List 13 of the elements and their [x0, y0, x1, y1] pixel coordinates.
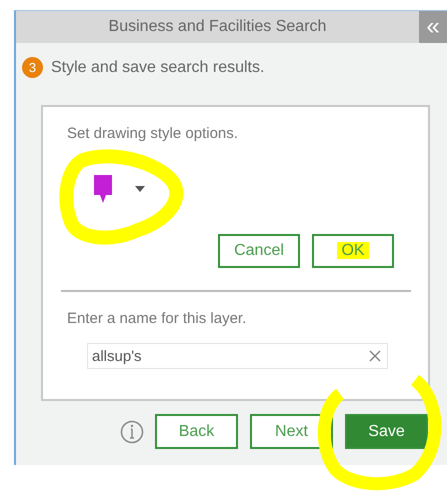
layer-name-field[interactable]: allsup's [87, 343, 388, 369]
info-icon[interactable] [120, 420, 144, 444]
back-button[interactable]: Back [155, 414, 238, 449]
save-button[interactable]: Save [345, 414, 428, 449]
name-label: Enter a name for this layer. [67, 310, 248, 327]
step-number: 3 [22, 57, 43, 78]
clear-icon[interactable] [369, 350, 381, 362]
style-label: Set drawing style options. [67, 125, 239, 142]
collapse-button[interactable]: « [419, 11, 447, 43]
step-text: Style and save search results. [51, 58, 264, 76]
panel-title: Business and Facilities Search [108, 17, 328, 37]
cancel-button[interactable]: Cancel [218, 234, 300, 268]
ok-button[interactable]: OK [312, 234, 394, 268]
